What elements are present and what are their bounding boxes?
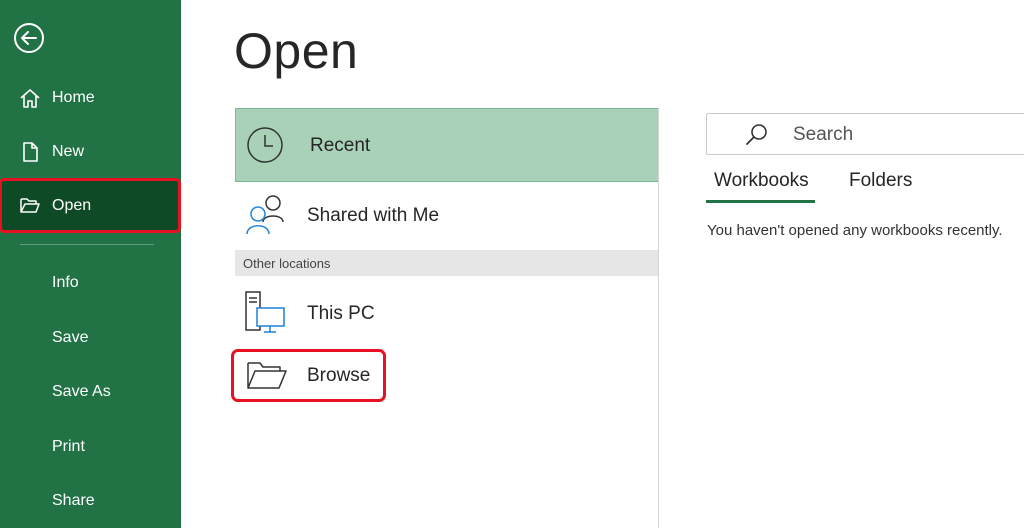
search-box[interactable] [706,113,1024,155]
location-browse[interactable]: Browse [231,349,386,402]
sidebar-item-label: Info [52,274,79,291]
open-folder-icon [19,194,41,216]
sidebar-item-label: Open [52,196,92,214]
excel-backstage: Home New Open Info Save Save As Print Sh… [0,0,1024,528]
sidebar-item-open[interactable]: Open [0,178,181,233]
empty-state-message: You haven't opened any workbooks recentl… [707,222,1003,239]
new-document-icon [19,141,41,163]
tab-folders[interactable]: Folders [849,168,912,204]
page-title: Open [234,23,359,79]
search-input[interactable] [791,122,1024,148]
active-tab-indicator [706,200,815,203]
location-shared-with-me[interactable]: Shared with Me [235,186,659,246]
sidebar-divider [20,244,154,245]
sidebar-item-save[interactable]: Save [0,316,181,360]
location-recent[interactable]: Recent [235,108,659,182]
other-locations-header: Other locations [235,250,659,276]
sidebar: Home New Open Info Save Save As Print Sh… [0,0,181,528]
sidebar-item-label: Print [52,438,85,455]
folder-icon [246,359,288,391]
sidebar-item-save-as[interactable]: Save As [0,370,181,414]
people-icon [243,192,287,236]
sidebar-item-new[interactable]: New [0,130,181,174]
sidebar-item-label: Save [52,329,89,346]
back-arrow-icon[interactable] [13,22,45,54]
sidebar-item-print[interactable]: Print [0,425,181,469]
location-this-pc[interactable]: This PC [235,286,659,346]
location-label: Browse [307,365,371,386]
location-label: Shared with Me [307,205,440,226]
panel-divider [658,108,659,528]
tab-workbooks[interactable]: Workbooks [714,168,809,204]
sidebar-item-label: Save As [52,383,111,400]
home-icon [19,87,41,109]
locations-list: Recent Shared with Me Other locations Th… [231,108,659,528]
sidebar-item-share[interactable]: Share [0,479,181,523]
sidebar-item-home[interactable]: Home [0,76,181,120]
location-label: This PC [307,303,375,324]
location-label: Recent [310,135,371,156]
sidebar-item-info[interactable]: Info [0,261,181,305]
clock-icon [246,126,284,164]
sidebar-item-label: Home [52,89,95,106]
sidebar-item-label: Share [52,492,95,509]
sidebar-item-label: New [52,143,85,160]
computer-icon [243,290,287,336]
search-icon [745,123,769,147]
